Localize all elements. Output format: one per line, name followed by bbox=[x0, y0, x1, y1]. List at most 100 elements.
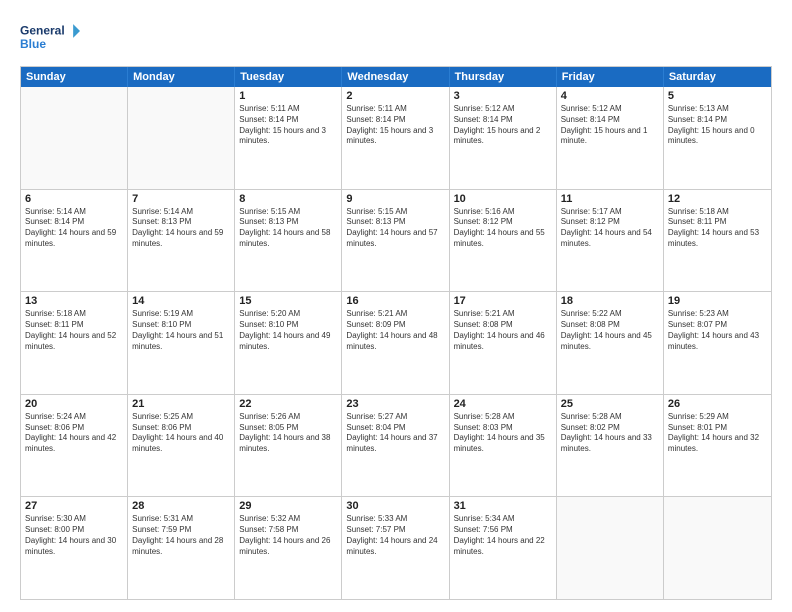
day-number: 6 bbox=[25, 193, 123, 205]
header-day-sunday: Sunday bbox=[21, 67, 128, 87]
calendar-day-17: 17Sunrise: 5:21 AM Sunset: 8:08 PM Dayli… bbox=[450, 292, 557, 394]
calendar-day-9: 9 Sunrise: 5:15 AM Sunset: 8:13 PM Daylig… bbox=[342, 190, 449, 292]
day-info: Sunrise: 5:11 AM Sunset: 8:14 PM Dayligh… bbox=[346, 104, 444, 147]
day-info: Sunrise: 5:32 AM Sunset: 7:58 PM Dayligh… bbox=[239, 514, 337, 557]
day-info: Sunrise: 5:30 AM Sunset: 8:00 PM Dayligh… bbox=[25, 514, 123, 557]
day-number: 11 bbox=[561, 193, 659, 205]
day-number: 28 bbox=[132, 500, 230, 512]
calendar-day-18: 18Sunrise: 5:22 AM Sunset: 8:08 PM Dayli… bbox=[557, 292, 664, 394]
calendar-day-26: 26 Sunrise: 5:29 AM Sunset: 8:01 PM Dayli… bbox=[664, 395, 771, 497]
calendar-day-25: 25 Sunrise: 5:28 AM Sunset: 8:02 PM Dayli… bbox=[557, 395, 664, 497]
day-number: 27 bbox=[25, 500, 123, 512]
day-number: 15 bbox=[239, 295, 337, 307]
day-number: 29 bbox=[239, 500, 337, 512]
calendar-day-3: 3 Sunrise: 5:12 AM Sunset: 8:14 PM Daylig… bbox=[450, 87, 557, 189]
header-day-wednesday: Wednesday bbox=[342, 67, 449, 87]
calendar-week-1: 1 Sunrise: 5:11 AM Sunset: 8:14 PM Daylig… bbox=[21, 87, 771, 189]
header-day-monday: Monday bbox=[128, 67, 235, 87]
day-number: 19 bbox=[668, 295, 767, 307]
day-info: Sunrise: 5:13 AM Sunset: 8:14 PM Dayligh… bbox=[668, 104, 767, 147]
day-info: Sunrise: 5:27 AM Sunset: 8:04 PM Dayligh… bbox=[346, 412, 444, 455]
calendar-day-31: 31 Sunrise: 5:34 AM Sunset: 7:56 PM Dayli… bbox=[450, 497, 557, 599]
day-info: Sunrise: 5:25 AM Sunset: 8:06 PM Dayligh… bbox=[132, 412, 230, 455]
day-info: Sunrise: 5:29 AM Sunset: 8:01 PM Dayligh… bbox=[668, 412, 767, 455]
day-info: Sunrise: 5:23 AM Sunset: 8:07 PM Dayligh… bbox=[668, 309, 767, 352]
day-number: 26 bbox=[668, 398, 767, 410]
day-number: 2 bbox=[346, 90, 444, 102]
calendar-day-15: 15 Sunrise: 5:20 AM Sunset: 8:10 PM Dayli… bbox=[235, 292, 342, 394]
calendar-header: SundayMondayTuesdayWednesdayThursdayFrid… bbox=[21, 67, 771, 87]
calendar-day-30: 30 Sunrise: 5:33 AM Sunset: 7:57 PM Dayli… bbox=[342, 497, 449, 599]
day-info: Sunrise: 5:34 AM Sunset: 7:56 PM Dayligh… bbox=[454, 514, 552, 557]
calendar-week-5: 27 Sunrise: 5:30 AM Sunset: 8:00 PM Dayli… bbox=[21, 496, 771, 599]
calendar-empty-cell bbox=[557, 497, 664, 599]
day-info: Sunrise: 5:19 AM Sunset: 8:10 PM Dayligh… bbox=[132, 309, 230, 352]
day-info: Sunrise: 5:28 AM Sunset: 8:02 PM Dayligh… bbox=[561, 412, 659, 455]
calendar-week-2: 6 Sunrise: 5:14 AM Sunset: 8:14 PM Daylig… bbox=[21, 189, 771, 292]
header-day-tuesday: Tuesday bbox=[235, 67, 342, 87]
calendar-week-4: 20 Sunrise: 5:24 AM Sunset: 8:06 PM Dayli… bbox=[21, 394, 771, 497]
calendar-day-16: 16 Sunrise: 5:21 AM Sunset: 8:09 PM Dayli… bbox=[342, 292, 449, 394]
day-number: 23 bbox=[346, 398, 444, 410]
day-number: 22 bbox=[239, 398, 337, 410]
day-info: Sunrise: 5:18 AM Sunset: 8:11 PM Dayligh… bbox=[668, 207, 767, 250]
day-info: Sunrise: 5:15 AM Sunset: 8:13 PM Dayligh… bbox=[239, 207, 337, 250]
day-info: Sunrise: 5:33 AM Sunset: 7:57 PM Dayligh… bbox=[346, 514, 444, 557]
day-info: Sunrise: 5:12 AM Sunset: 8:14 PM Dayligh… bbox=[454, 104, 552, 147]
day-info: Sunrise: 5:14 AM Sunset: 8:14 PM Dayligh… bbox=[25, 207, 123, 250]
calendar-day-4: 4 Sunrise: 5:12 AM Sunset: 8:14 PM Daylig… bbox=[557, 87, 664, 189]
header-day-thursday: Thursday bbox=[450, 67, 557, 87]
day-info: Sunrise: 5:22 AM Sunset: 8:08 PM Dayligh… bbox=[561, 309, 659, 352]
calendar-day-20: 20 Sunrise: 5:24 AM Sunset: 8:06 PM Dayli… bbox=[21, 395, 128, 497]
day-info: Sunrise: 5:12 AM Sunset: 8:14 PM Dayligh… bbox=[561, 104, 659, 147]
day-number: 1 bbox=[239, 90, 337, 102]
calendar-day-1: 1 Sunrise: 5:11 AM Sunset: 8:14 PM Daylig… bbox=[235, 87, 342, 189]
calendar-day-27: 27 Sunrise: 5:30 AM Sunset: 8:00 PM Dayli… bbox=[21, 497, 128, 599]
calendar-day-22: 22 Sunrise: 5:26 AM Sunset: 8:05 PM Dayli… bbox=[235, 395, 342, 497]
day-info: Sunrise: 5:16 AM Sunset: 8:12 PM Dayligh… bbox=[454, 207, 552, 250]
day-number: 24 bbox=[454, 398, 552, 410]
day-number: 20 bbox=[25, 398, 123, 410]
logo-svg: General Blue bbox=[20, 18, 80, 56]
calendar-week-3: 13Sunrise: 5:18 AM Sunset: 8:11 PM Dayli… bbox=[21, 291, 771, 394]
day-info: Sunrise: 5:15 AM Sunset: 8:13 PM Dayligh… bbox=[346, 207, 444, 250]
day-number: 31 bbox=[454, 500, 552, 512]
calendar-day-10: 10 Sunrise: 5:16 AM Sunset: 8:12 PM Dayli… bbox=[450, 190, 557, 292]
day-number: 4 bbox=[561, 90, 659, 102]
calendar: SundayMondayTuesdayWednesdayThursdayFrid… bbox=[20, 66, 772, 600]
svg-text:General: General bbox=[20, 23, 65, 37]
day-info: Sunrise: 5:14 AM Sunset: 8:13 PM Dayligh… bbox=[132, 207, 230, 250]
calendar-day-5: 5Sunrise: 5:13 AM Sunset: 8:14 PM Daylig… bbox=[664, 87, 771, 189]
day-info: Sunrise: 5:20 AM Sunset: 8:10 PM Dayligh… bbox=[239, 309, 337, 352]
calendar-day-7: 7 Sunrise: 5:14 AM Sunset: 8:13 PM Daylig… bbox=[128, 190, 235, 292]
day-info: Sunrise: 5:31 AM Sunset: 7:59 PM Dayligh… bbox=[132, 514, 230, 557]
day-info: Sunrise: 5:26 AM Sunset: 8:05 PM Dayligh… bbox=[239, 412, 337, 455]
day-number: 17 bbox=[454, 295, 552, 307]
day-info: Sunrise: 5:24 AM Sunset: 8:06 PM Dayligh… bbox=[25, 412, 123, 455]
calendar-day-11: 11 Sunrise: 5:17 AM Sunset: 8:12 PM Dayli… bbox=[557, 190, 664, 292]
calendar-day-2: 2 Sunrise: 5:11 AM Sunset: 8:14 PM Daylig… bbox=[342, 87, 449, 189]
calendar-day-19: 19 Sunrise: 5:23 AM Sunset: 8:07 PM Dayli… bbox=[664, 292, 771, 394]
day-number: 16 bbox=[346, 295, 444, 307]
day-number: 9 bbox=[346, 193, 444, 205]
day-number: 14 bbox=[132, 295, 230, 307]
day-number: 21 bbox=[132, 398, 230, 410]
calendar-day-12: 12 Sunrise: 5:18 AM Sunset: 8:11 PM Dayli… bbox=[664, 190, 771, 292]
logo: General Blue bbox=[20, 18, 80, 56]
calendar-day-29: 29 Sunrise: 5:32 AM Sunset: 7:58 PM Dayli… bbox=[235, 497, 342, 599]
calendar-day-8: 8Sunrise: 5:15 AM Sunset: 8:13 PM Daylig… bbox=[235, 190, 342, 292]
day-number: 3 bbox=[454, 90, 552, 102]
day-number: 30 bbox=[346, 500, 444, 512]
page-header: General Blue bbox=[20, 18, 772, 56]
day-number: 10 bbox=[454, 193, 552, 205]
day-info: Sunrise: 5:17 AM Sunset: 8:12 PM Dayligh… bbox=[561, 207, 659, 250]
calendar-day-21: 21 Sunrise: 5:25 AM Sunset: 8:06 PM Dayli… bbox=[128, 395, 235, 497]
day-number: 7 bbox=[132, 193, 230, 205]
day-number: 25 bbox=[561, 398, 659, 410]
day-number: 12 bbox=[668, 193, 767, 205]
day-info: Sunrise: 5:11 AM Sunset: 8:14 PM Dayligh… bbox=[239, 104, 337, 147]
header-day-saturday: Saturday bbox=[664, 67, 771, 87]
calendar-day-23: 23 Sunrise: 5:27 AM Sunset: 8:04 PM Dayli… bbox=[342, 395, 449, 497]
day-info: Sunrise: 5:21 AM Sunset: 8:09 PM Dayligh… bbox=[346, 309, 444, 352]
calendar-day-13: 13Sunrise: 5:18 AM Sunset: 8:11 PM Dayli… bbox=[21, 292, 128, 394]
